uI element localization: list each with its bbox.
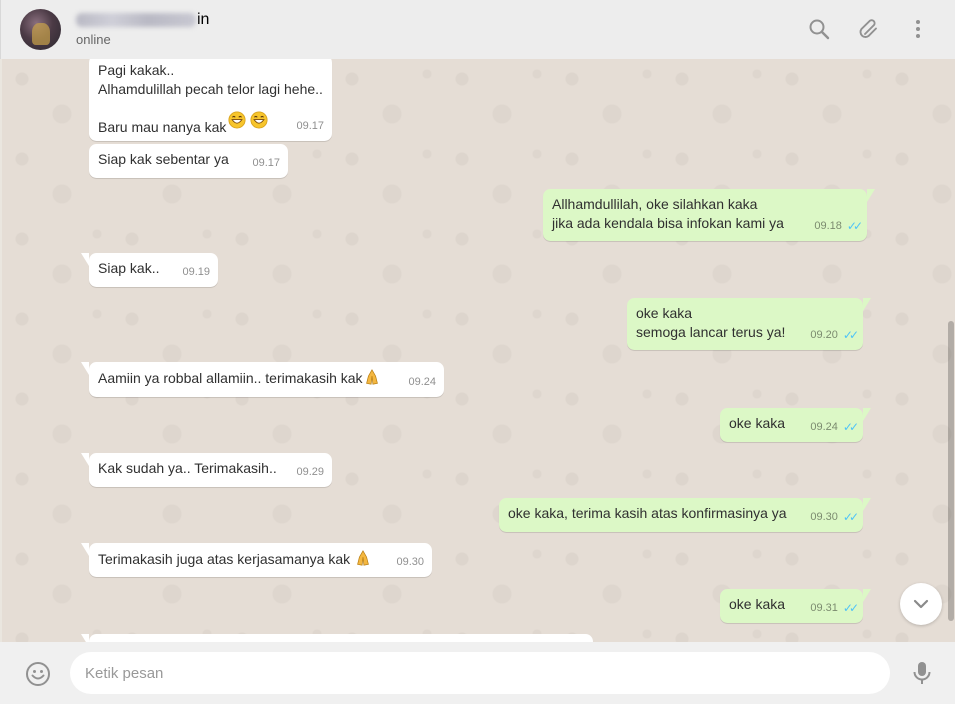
grin-emoji-icon — [228, 111, 268, 131]
message-time: 09.30 — [396, 556, 424, 568]
composer-bar — [0, 642, 955, 704]
message-meta: 09.19 — [182, 263, 210, 282]
incoming-message[interactable]: Siap kak sebentar ya 09.17 — [89, 144, 288, 178]
chat-header: in online — [0, 0, 955, 59]
incoming-message-partial[interactable] — [81, 634, 593, 642]
incoming-message[interactable]: Terimakasih juga atas kerjasamanya kak 0… — [81, 543, 432, 577]
microphone-icon[interactable] — [910, 660, 934, 686]
message-text: Terimakasih juga atas kerjasamanya kak — [98, 549, 423, 569]
message-time: 09.30 — [810, 511, 838, 523]
message-meta: 09.20 ✓✓ — [810, 326, 859, 345]
outgoing-message[interactable]: oke kaka, terima kasih atas konfirmasiny… — [499, 498, 871, 532]
read-ticks-icon: ✓✓ — [842, 328, 859, 342]
message-time: 09.18 — [814, 220, 842, 232]
contact-name-text: in — [197, 11, 210, 28]
incoming-message[interactable]: Siap kak.. 09.19 — [81, 253, 218, 287]
contact-avatar[interactable] — [20, 9, 61, 50]
incoming-message[interactable]: Kak sudah ya.. Terimakasih.. 09.29 — [81, 453, 332, 487]
chat-panel[interactable]: Pagi kakak.. Alhamdulillah pecah telor l… — [2, 59, 955, 642]
chat-scrollbar[interactable] — [948, 321, 954, 621]
menu-icon[interactable] — [906, 17, 930, 41]
scroll-down-button[interactable] — [900, 583, 942, 625]
message-meta: 09.17 — [296, 117, 324, 136]
chevron-down-icon — [913, 599, 929, 609]
message-text: Allhamdullilah, oke silahkan kaka jika a… — [552, 196, 784, 231]
message-text: Aamiin ya robbal allamiin.. terimakasih … — [98, 368, 435, 388]
outgoing-message[interactable]: oke kaka semoga lancar terus ya! 09.20 ✓✓ — [627, 298, 871, 350]
read-ticks-icon: ✓✓ — [842, 420, 859, 434]
message-time: 09.19 — [182, 266, 210, 278]
blurred-name — [76, 13, 196, 27]
message-meta: 09.29 — [296, 463, 324, 482]
message-time: 09.17 — [252, 157, 280, 169]
message-time: 09.17 — [296, 120, 324, 132]
message-time: 09.24 — [810, 421, 838, 433]
attach-icon[interactable] — [857, 17, 881, 41]
message-time: 09.31 — [810, 602, 838, 614]
message-meta: 09.31 ✓✓ — [810, 599, 859, 618]
message-meta: 09.17 — [252, 154, 280, 173]
read-ticks-icon: ✓✓ — [842, 510, 859, 524]
message-text: Pagi kakak.. Alhamdulillah pecah telor l… — [98, 62, 323, 135]
message-time: 09.20 — [810, 329, 838, 341]
message-time: 09.24 — [408, 376, 436, 388]
message-meta: 09.30 — [396, 553, 424, 572]
message-text: oke kaka, terima kasih atas konfirmasiny… — [508, 505, 787, 521]
message-meta: 09.24 ✓✓ — [810, 418, 859, 437]
outgoing-message[interactable]: oke kaka 09.31 ✓✓ — [720, 589, 871, 623]
read-ticks-icon: ✓✓ — [846, 219, 863, 233]
outgoing-message[interactable]: Allhamdullilah, oke silahkan kaka jika a… — [543, 189, 875, 241]
emoji-icon[interactable] — [25, 661, 51, 687]
message-text: Kak sudah ya.. Terimakasih.. — [98, 460, 277, 476]
message-meta: 09.18 ✓✓ — [814, 217, 863, 236]
message-input[interactable] — [70, 652, 890, 694]
incoming-message[interactable]: Aamiin ya robbal allamiin.. terimakasih … — [81, 362, 444, 397]
pray-icon — [365, 369, 378, 385]
message-meta: 09.24 — [408, 373, 436, 392]
pray-icon — [357, 550, 369, 566]
read-ticks-icon: ✓✓ — [842, 601, 859, 615]
contact-name[interactable]: in — [76, 9, 209, 31]
contact-status: online — [76, 32, 111, 47]
message-meta: 09.30 ✓✓ — [810, 508, 859, 527]
incoming-message[interactable]: Pagi kakak.. Alhamdulillah pecah telor l… — [89, 59, 332, 141]
message-time: 09.29 — [296, 466, 324, 478]
search-icon[interactable] — [807, 17, 831, 41]
outgoing-message[interactable]: oke kaka 09.24 ✓✓ — [720, 408, 871, 442]
